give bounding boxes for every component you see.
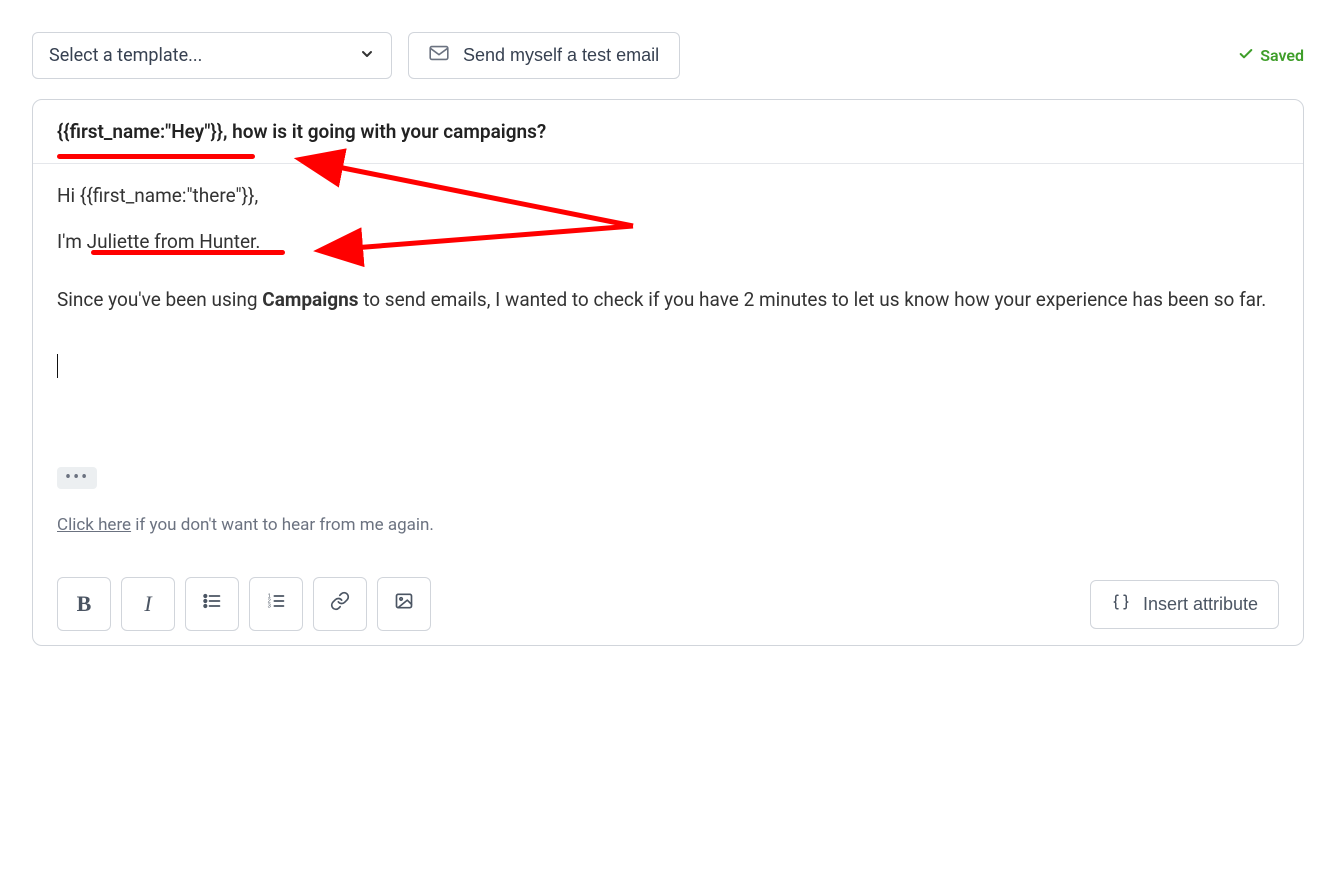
svg-text:3: 3 (268, 604, 271, 610)
check-icon (1238, 46, 1254, 66)
editor-toolbar: B I 123 Insert attribute (33, 563, 1303, 645)
email-editor: {{first_name:"Hey"}}, how is it going wi… (32, 99, 1304, 646)
collapsed-content-icon[interactable]: ••• (57, 467, 97, 489)
email-body-editor[interactable]: Hi {{first_name:"there"}}, (33, 164, 1303, 207)
bullet-list-icon (202, 591, 222, 617)
subject-input[interactable]: {{first_name:"Hey"}}, how is it going wi… (33, 100, 1303, 164)
link-icon (330, 591, 350, 617)
insert-attribute-label: Insert attribute (1143, 594, 1258, 615)
unsubscribe-line: Click here if you don't want to hear fro… (33, 515, 1303, 563)
bullet-list-button[interactable] (185, 577, 239, 631)
chevron-down-icon (359, 46, 375, 66)
unsubscribe-link[interactable]: Click here (57, 515, 131, 535)
braces-icon (1111, 593, 1131, 616)
top-row: Select a template... Send myself a test … (32, 32, 1304, 79)
mail-icon (429, 45, 449, 66)
email-body-content[interactable]: I'm Juliette from Hunter. Since you've b… (33, 207, 1303, 467)
subject-text: {{first_name:"Hey"}}, how is it going wi… (57, 120, 546, 143)
link-button[interactable] (313, 577, 367, 631)
italic-button[interactable]: I (121, 577, 175, 631)
numbered-list-icon: 123 (266, 591, 286, 617)
body-para-1: I'm Juliette from Hunter. (57, 227, 1279, 257)
template-select-placeholder: Select a template... (49, 45, 202, 66)
send-test-email-label: Send myself a test email (463, 45, 659, 66)
numbered-list-button[interactable]: 123 (249, 577, 303, 631)
bold-button[interactable]: B (57, 577, 111, 631)
image-icon (394, 591, 414, 617)
template-select[interactable]: Select a template... (32, 32, 392, 79)
insert-attribute-button[interactable]: Insert attribute (1090, 580, 1279, 629)
saved-label: Saved (1260, 46, 1304, 65)
unsubscribe-rest: if you don't want to hear from me again. (131, 515, 434, 535)
greeting-text: Hi {{first_name:"there"}}, (57, 184, 258, 207)
image-button[interactable] (377, 577, 431, 631)
send-test-email-button[interactable]: Send myself a test email (408, 32, 680, 79)
body-para-2: Since you've been using Campaigns to sen… (57, 285, 1279, 315)
saved-status: Saved (1238, 46, 1304, 66)
text-cursor (57, 354, 58, 378)
